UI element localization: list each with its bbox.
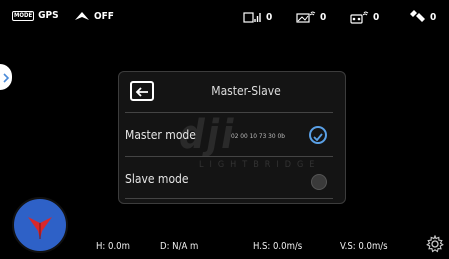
master-mode-label: Master mode	[125, 128, 196, 142]
gps-signal-icon	[242, 10, 262, 24]
master-slave-dialog: dji LIGHTBRIDGE Master-Slave Master mode…	[118, 71, 346, 204]
flight-mode-label: GPS	[38, 10, 59, 21]
gps-signal-value: 0	[266, 11, 273, 23]
slave-mode-radio[interactable]	[311, 174, 327, 190]
flight-mode-indicator[interactable]: MODE GPS	[12, 10, 59, 21]
check-icon	[313, 126, 323, 145]
slave-mode-label: Slave mode	[125, 172, 189, 186]
status-bar: MODE GPS OFF 0 0 0 0	[0, 0, 449, 32]
image-signal-value: 0	[320, 11, 327, 23]
satellite-indicator[interactable]: 0	[408, 10, 436, 24]
dialog-header: Master-Slave	[119, 72, 345, 112]
divider	[125, 112, 333, 113]
image-signal-icon	[296, 10, 316, 24]
dialog-title: Master-Slave	[211, 84, 281, 98]
divider	[125, 198, 333, 199]
gps-signal-indicator[interactable]: 0	[242, 10, 272, 24]
master-mode-checkbox[interactable]	[309, 126, 327, 144]
back-arrow-icon	[135, 82, 149, 101]
flight-mode-icon	[74, 10, 90, 22]
satellite-count: 0	[430, 11, 437, 23]
telemetry-bar: H: 0.0m D: N/A m H.S: 0.0m/s V.S: 0.0m/s	[0, 233, 449, 259]
intelligent-flight-label: OFF	[94, 10, 114, 22]
settings-icon[interactable]	[426, 234, 444, 257]
height-readout: H: 0.0m	[96, 241, 130, 252]
rc-signal-value: 0	[373, 11, 380, 23]
rc-signal-indicator[interactable]: 0	[349, 10, 379, 24]
satellite-icon	[408, 10, 426, 24]
distance-readout: D: N/A m	[160, 241, 199, 252]
horizontal-speed-readout: H.S: 0.0m/s	[253, 241, 303, 252]
image-signal-indicator[interactable]: 0	[296, 10, 326, 24]
back-button[interactable]	[130, 81, 154, 101]
rc-signal-icon	[349, 10, 369, 24]
master-id: 02 00 10 73 30 0b	[231, 132, 285, 140]
slave-mode-option[interactable]: Slave mode	[119, 164, 345, 196]
side-panel-toggle[interactable]	[0, 64, 12, 90]
chevron-right-icon	[2, 68, 10, 87]
divider	[125, 156, 333, 157]
mode-badge-icon: MODE	[12, 10, 35, 21]
master-mode-option[interactable]: Master mode 02 00 10 73 30 0b	[119, 120, 345, 152]
vertical-speed-readout: V.S: 0.0m/s	[340, 241, 388, 252]
intelligent-flight-indicator[interactable]: OFF	[74, 10, 114, 22]
